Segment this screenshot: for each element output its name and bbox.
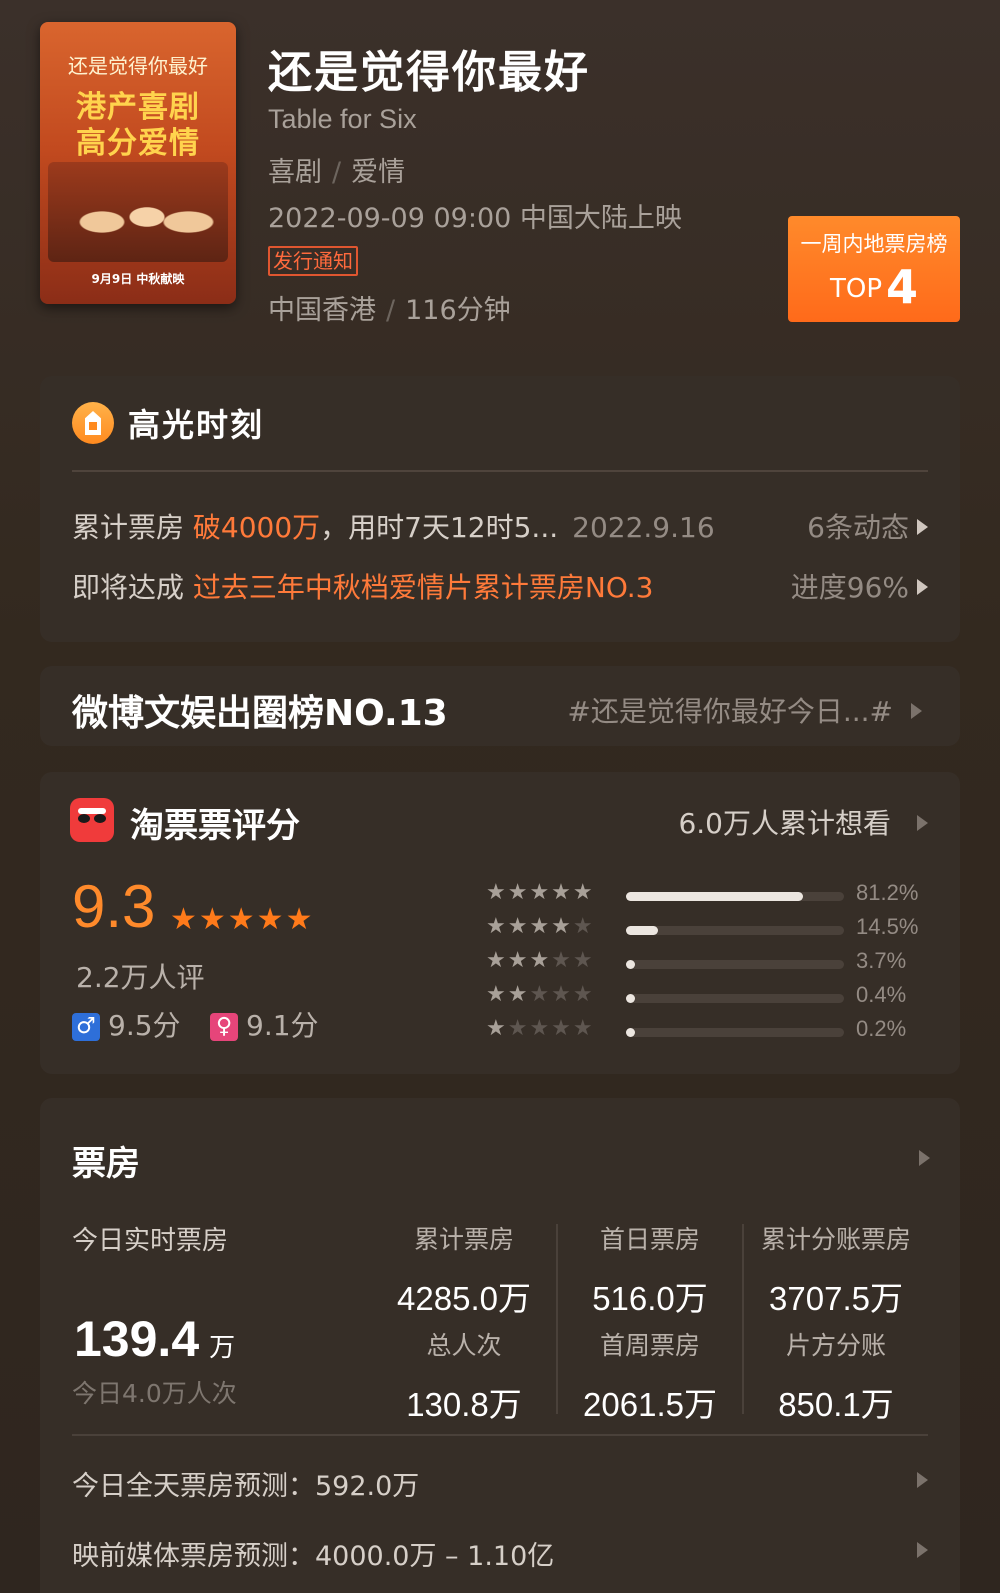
stat-first-day: 首日票房 516.0万: [592, 1225, 708, 1317]
highlight-row-boxoffice[interactable]: 累计票房 破4000万，用时7天12时5... 2022.9.16 6条动态: [72, 506, 928, 546]
genre-romance: 爱情: [351, 157, 406, 188]
today-admissions: 今日4.0万人次: [72, 1379, 237, 1408]
rating-bar-fill: [626, 994, 635, 1003]
rating-distribution-row: ★★★★★ 14.5%: [486, 914, 936, 948]
female-icon: ♀: [210, 1013, 238, 1041]
star-level-icon: ★★★★★: [486, 914, 595, 939]
rating-bar-fill: [626, 926, 658, 935]
chevron-right-icon: [917, 815, 928, 831]
star-level-icon: ★★★★★: [486, 880, 595, 905]
boxoffice-card[interactable]: 票房 今日实时票房 139.4 万 今日4.0万人次 累计票房 4285.0万 首日…: [40, 1098, 960, 1593]
region-duration: 中国香港/116分钟: [268, 295, 511, 326]
rating-bar-fill: [626, 892, 804, 901]
forecast-media-row[interactable]: 映前媒体票房预测：4000.0万 – 1.10亿: [72, 1534, 928, 1573]
chevron-right-icon: [917, 1542, 928, 1558]
poster-cast-image: [48, 162, 228, 262]
rating-distribution-row: ★★★★★ 0.4%: [486, 982, 936, 1016]
dynamics-link[interactable]: 6条动态: [807, 506, 928, 546]
stat-first-week: 首周票房 2061.5万: [583, 1331, 717, 1423]
today-boxoffice-label: 今日实时票房: [72, 1226, 229, 1256]
stat-total-admissions: 总人次 130.8万: [406, 1331, 522, 1423]
star-level-icon: ★★★★★: [486, 982, 595, 1007]
chevron-right-icon: [917, 1472, 928, 1488]
rating-distribution-row: ★★★★★ 0.2%: [486, 1016, 936, 1050]
rater-count: 2.2万人评: [76, 961, 205, 994]
highlight-date: 2022.9.16: [572, 511, 715, 544]
rating-bar-track: [626, 994, 844, 1003]
rating-percent: 81.2%: [856, 880, 919, 905]
chevron-right-icon[interactable]: [919, 1150, 930, 1166]
stat-producer-share: 片方分账 850.1万: [778, 1331, 894, 1423]
release-notice-badge[interactable]: 发行通知: [268, 246, 358, 276]
rating-bar-fill: [626, 1028, 635, 1037]
female-score: ♀ 9.1分: [210, 1004, 319, 1044]
rating-title: 淘票票评分: [130, 806, 300, 846]
weibo-rank-title: 微博文娱出圈榜NO.13: [72, 693, 448, 734]
rating-bar-track: [626, 960, 844, 969]
chevron-right-icon: [917, 519, 928, 535]
movie-english-title: Table for Six: [268, 104, 417, 134]
region: 中国香港: [268, 295, 376, 326]
forecast-today-row[interactable]: 今日全天票房预测：592.0万: [72, 1464, 928, 1503]
duration: 116分钟: [405, 295, 511, 326]
star-level-icon: ★★★★★: [486, 1016, 595, 1041]
rating-distribution-row: ★★★★★ 81.2%: [486, 880, 936, 914]
progress-link[interactable]: 进度96%: [791, 566, 928, 606]
weekly-boxoffice-rank-badge[interactable]: 一周内地票房榜 TOP4: [788, 216, 960, 322]
rating-score: 9.3: [72, 873, 156, 940]
male-icon: ♂: [72, 1013, 100, 1041]
chevron-right-icon: [917, 579, 928, 595]
rating-stars: ★★★★★: [170, 902, 315, 937]
star-level-icon: ★★★★★: [486, 948, 595, 973]
highlight-row-milestone[interactable]: 即将达成 过去三年中秋档爱情片累计票房NO.3 进度96%: [72, 566, 928, 606]
rating-bar-track: [626, 926, 844, 935]
stat-total-boxoffice: 累计票房 4285.0万: [397, 1225, 531, 1317]
boxoffice-title: 票房: [72, 1144, 140, 1184]
want-to-see-link[interactable]: 6.0万人累计想看: [678, 802, 928, 842]
divider: [72, 470, 928, 472]
male-score: ♂ 9.5分: [72, 1004, 181, 1044]
poster-date: 9月9日 中秋献映: [91, 272, 185, 286]
poster-tagline-2: 高分爱情: [76, 126, 200, 161]
rank-value: TOP4: [829, 260, 919, 314]
rating-bar-fill: [626, 960, 635, 969]
poster-title: 还是觉得你最好: [68, 54, 208, 78]
movie-poster[interactable]: 还是觉得你最好 港产喜剧 高分爱情 9月9日 中秋献映: [40, 22, 236, 304]
highlight-title: 高光时刻: [128, 406, 265, 444]
rating-distribution-row: ★★★★★ 3.7%: [486, 948, 936, 982]
weibo-hashtag: #还是觉得你最好今日...#: [567, 690, 922, 730]
chevron-right-icon: [911, 703, 922, 719]
release-info: 2022-09-09 09:00 中国大陆上映: [268, 203, 682, 234]
rating-percent: 3.7%: [856, 948, 907, 973]
rating-card: 淘票票评分 6.0万人累计想看 9.3 ★★★★★ 2.2万人评 ♂ 9.5分 ♀…: [40, 772, 960, 1074]
movie-genres: 喜剧 / 爱情: [268, 157, 406, 188]
stat-split-boxoffice: 累计分账票房 3707.5万: [760, 1225, 911, 1317]
rating-percent: 0.2%: [856, 1016, 907, 1041]
highlight-card: 高光时刻 累计票房 破4000万，用时7天12时5... 2022.9.16 6条…: [40, 376, 960, 642]
genre-comedy: 喜剧: [268, 157, 322, 188]
rating-bar-track: [626, 1028, 844, 1037]
weibo-rank-card[interactable]: 微博文娱出圈榜NO.13 #还是觉得你最好今日...#: [40, 666, 960, 746]
rating-percent: 0.4%: [856, 982, 907, 1007]
rating-bar-track: [626, 892, 844, 901]
divider: [72, 1434, 928, 1436]
movie-title: 还是觉得你最好: [268, 47, 590, 98]
today-boxoffice-value: 139.4 万: [74, 1311, 236, 1367]
lighthouse-icon: [72, 402, 114, 444]
taopiaopiao-logo-icon: [70, 798, 114, 842]
rank-label: 一周内地票房榜: [800, 232, 948, 256]
rating-percent: 14.5%: [856, 914, 919, 939]
rating-distribution: ★★★★★ 81.2% ★★★★★ 14.5% ★★★★★ 3.7% ★★★★★ 0.4% ★★…: [486, 880, 936, 1050]
movie-detail-page: 还是觉得你最好 港产喜剧 高分爱情 9月9日 中秋献映 还是觉得你最好 Tabl…: [0, 0, 1000, 1593]
